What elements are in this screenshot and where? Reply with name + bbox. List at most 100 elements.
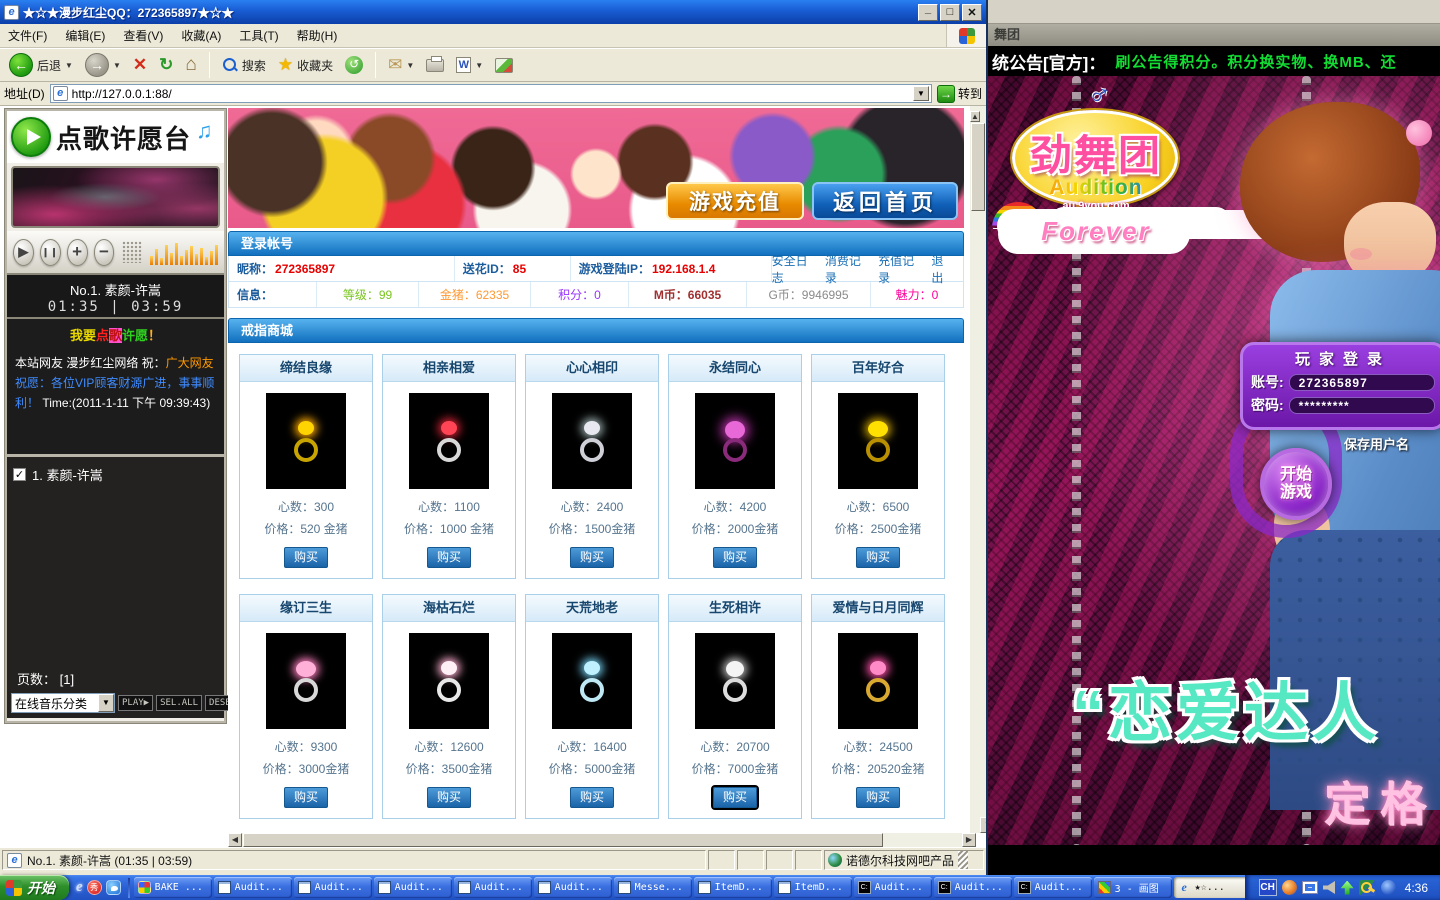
forward-dropdown-icon[interactable] bbox=[113, 61, 121, 70]
clock[interactable]: 4:36 bbox=[1405, 881, 1428, 895]
playlist-play-button[interactable]: PLAY▶ bbox=[118, 695, 153, 711]
buy-button[interactable]: 购买 bbox=[570, 547, 614, 568]
taskbar-button-bake[interactable]: BAKE ... bbox=[134, 877, 212, 898]
stop-button[interactable] bbox=[130, 53, 150, 77]
taskbar-button-messenger[interactable]: Messe... bbox=[614, 877, 692, 898]
buy-button[interactable]: 购买 bbox=[570, 787, 614, 808]
select-dropdown-icon[interactable] bbox=[98, 694, 114, 712]
taskbar-button-audit[interactable]: Audit... bbox=[534, 877, 612, 898]
playlist-item[interactable]: 1. 素颜-许嵩 bbox=[13, 465, 218, 484]
horizontal-scroll-thumb[interactable] bbox=[243, 833, 883, 847]
menu-help[interactable]: 帮助(H) bbox=[297, 27, 338, 44]
taskbar-button-browser-active[interactable]: ★☆... bbox=[1174, 877, 1245, 898]
recharge-button[interactable]: 游戏充值 bbox=[666, 182, 804, 220]
scroll-down-button[interactable] bbox=[980, 817, 986, 833]
start-button[interactable]: 开始 bbox=[0, 875, 69, 900]
taskbar-button-audit-cmd[interactable]: Audit... bbox=[934, 877, 1012, 898]
menu-favorites[interactable]: 收藏(A) bbox=[181, 27, 221, 44]
scroll-right-button[interactable] bbox=[962, 833, 976, 847]
address-dropdown-icon[interactable] bbox=[913, 86, 929, 101]
ime-icon[interactable] bbox=[1282, 880, 1297, 895]
recharge-record-link[interactable]: 充值记录 bbox=[878, 252, 921, 286]
playlist-pages[interactable]: 页数： [1] bbox=[17, 669, 74, 688]
security-log-link[interactable]: 安全日志 bbox=[772, 252, 815, 286]
buy-button[interactable]: 购买 bbox=[427, 787, 471, 808]
buy-button[interactable]: 购买 bbox=[427, 547, 471, 568]
taskbar-button-audit[interactable]: Audit... bbox=[374, 877, 452, 898]
resize-grip[interactable] bbox=[958, 851, 968, 869]
taskbar-button-paint[interactable]: 3 - 画图 bbox=[1094, 877, 1172, 898]
edit-button[interactable] bbox=[453, 55, 486, 75]
media-button[interactable] bbox=[492, 56, 516, 75]
tt-quicklaunch-icon[interactable] bbox=[106, 880, 121, 895]
announcement-label: 统公告[官方]： bbox=[992, 49, 1105, 74]
account-input[interactable]: 272365897 bbox=[1289, 374, 1435, 391]
go-button[interactable]: 转到 bbox=[937, 85, 982, 103]
taskbar-button-itemd[interactable]: ItemD... bbox=[774, 877, 852, 898]
menu-edit[interactable]: 编辑(E) bbox=[65, 27, 105, 44]
back-home-button[interactable]: 返回首页 bbox=[812, 182, 958, 220]
ie-quicklaunch-icon[interactable] bbox=[76, 879, 83, 896]
edit-dropdown-icon[interactable] bbox=[475, 61, 483, 70]
buy-button[interactable]: 购买 bbox=[284, 787, 328, 808]
start-game-button[interactable]: 开始游戏 bbox=[1260, 448, 1332, 520]
volume-up-button[interactable] bbox=[67, 239, 88, 266]
vertical-scroll-thumb[interactable] bbox=[971, 123, 985, 211]
taskbar-button-audit[interactable]: Audit... bbox=[454, 877, 532, 898]
address-url[interactable]: http://127.0.0.1:88/ bbox=[72, 87, 909, 101]
buy-button[interactable]: 购买 bbox=[856, 787, 900, 808]
favorites-button[interactable]: 收藏夹 bbox=[275, 53, 336, 77]
play-button[interactable] bbox=[13, 239, 34, 266]
volume-icon[interactable] bbox=[1323, 881, 1336, 894]
save-username-option[interactable]: 保存用户名 bbox=[1344, 434, 1409, 453]
logout-link[interactable]: 退出 bbox=[931, 252, 953, 286]
search-button[interactable]: 搜索 bbox=[219, 55, 269, 76]
wish-title[interactable]: 我要点歌许愿！ bbox=[15, 325, 216, 346]
game-titlebar[interactable]: 舞团 bbox=[988, 24, 1440, 46]
taskbar-button-audit-cmd[interactable]: Audit... bbox=[1014, 877, 1092, 898]
taskbar-button-audit-cmd[interactable]: Audit... bbox=[854, 877, 932, 898]
security-key-icon[interactable] bbox=[1359, 880, 1376, 896]
taskbar-button-itemd[interactable]: ItemD... bbox=[694, 877, 772, 898]
scroll-left-button[interactable] bbox=[228, 833, 242, 847]
horizontal-scrollbar[interactable] bbox=[228, 833, 976, 847]
menu-view[interactable]: 查看(V) bbox=[123, 27, 163, 44]
spend-record-link[interactable]: 消费记录 bbox=[825, 252, 868, 286]
top-banner[interactable]: 游戏充值 返回首页 bbox=[228, 108, 964, 228]
game-window-frame bbox=[988, 0, 1440, 24]
select-all-button[interactable]: SEL.ALL bbox=[156, 695, 202, 711]
buy-button[interactable]: 购买 bbox=[713, 547, 757, 568]
buy-button[interactable]: 购买 bbox=[284, 547, 328, 568]
back-dropdown-icon[interactable] bbox=[65, 61, 73, 70]
password-input[interactable]: ********* bbox=[1289, 397, 1435, 414]
vertical-scrollbar[interactable] bbox=[970, 106, 986, 833]
history-button[interactable] bbox=[342, 54, 366, 76]
network-app-icon[interactable] bbox=[1381, 880, 1396, 895]
buy-button[interactable]: 购买 bbox=[856, 547, 900, 568]
home-button[interactable] bbox=[182, 52, 199, 78]
updater-icon[interactable] bbox=[1341, 881, 1354, 895]
volume-down-button[interactable] bbox=[94, 239, 115, 266]
refresh-button[interactable] bbox=[156, 53, 176, 77]
mail-button[interactable] bbox=[385, 53, 417, 77]
mail-dropdown-icon[interactable] bbox=[406, 61, 414, 70]
maximize-button[interactable] bbox=[940, 4, 960, 21]
close-button[interactable] bbox=[962, 4, 982, 21]
taskbar-button-audit[interactable]: Audit... bbox=[214, 877, 292, 898]
back-button[interactable]: 后退 bbox=[6, 51, 76, 79]
buy-button-focused[interactable]: 购买 bbox=[713, 787, 757, 808]
language-indicator[interactable]: CH bbox=[1259, 879, 1277, 896]
minimize-button[interactable] bbox=[918, 4, 938, 21]
playlist-checkbox[interactable] bbox=[13, 468, 26, 481]
menu-file[interactable]: 文件(F) bbox=[8, 27, 47, 44]
address-input[interactable]: http://127.0.0.1:88/ bbox=[50, 84, 932, 103]
display-settings-icon[interactable] bbox=[1302, 881, 1318, 894]
print-button[interactable] bbox=[423, 57, 447, 74]
music-category-select[interactable]: 在线音乐分类 bbox=[11, 693, 115, 713]
forward-button[interactable] bbox=[82, 51, 124, 79]
scroll-up-button[interactable] bbox=[970, 111, 980, 122]
taskbar-button-audit[interactable]: Audit... bbox=[294, 877, 372, 898]
xiu-quicklaunch-icon[interactable] bbox=[87, 880, 102, 895]
menu-tools[interactable]: 工具(T) bbox=[239, 27, 278, 44]
pause-button[interactable] bbox=[40, 239, 61, 266]
